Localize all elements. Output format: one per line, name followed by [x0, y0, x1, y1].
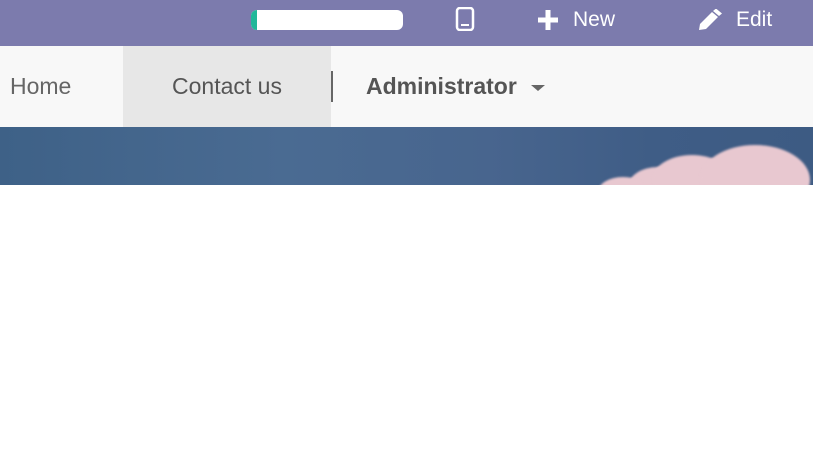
- edit-button-label: Edit: [736, 8, 773, 31]
- hero-banner-image: [0, 127, 813, 185]
- mobile-preview-button[interactable]: [453, 6, 477, 36]
- new-button-label: New: [573, 8, 616, 31]
- plus-icon: [537, 9, 559, 31]
- editor-topbar: New Edit: [0, 0, 813, 46]
- nav-item-label: Home: [10, 73, 72, 99]
- pencil-icon: [696, 9, 722, 31]
- nav-item-label: Contact us: [172, 73, 282, 99]
- main-navbar: Home Contact us Administrator: [0, 46, 813, 127]
- caret-down-icon: [530, 85, 545, 91]
- edit-button[interactable]: Edit: [696, 6, 772, 34]
- user-menu-label: Administrator: [366, 73, 517, 99]
- nav-divider: [331, 71, 333, 102]
- user-menu-dropdown[interactable]: Administrator: [366, 46, 545, 127]
- cloud-shape: [700, 145, 810, 185]
- progress-bar: [251, 10, 403, 30]
- mobile-preview-icon: [455, 6, 475, 36]
- nav-item-contact-us[interactable]: Contact us: [123, 46, 331, 127]
- progress-fill: [251, 10, 258, 30]
- nav-item-home[interactable]: Home: [10, 46, 71, 127]
- new-button[interactable]: New: [537, 6, 615, 34]
